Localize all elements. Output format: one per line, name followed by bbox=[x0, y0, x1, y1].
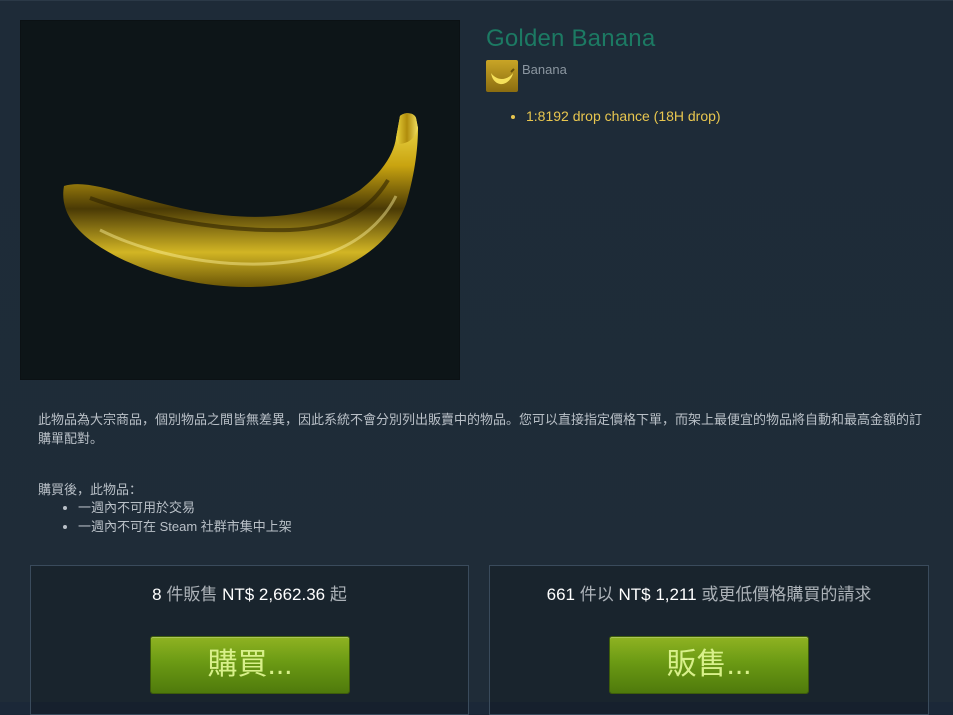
sell-button[interactable]: 販售... bbox=[610, 637, 808, 693]
count-suffix: 件以 bbox=[579, 585, 614, 604]
banana-icon bbox=[491, 68, 515, 85]
game-name[interactable]: Banana bbox=[522, 62, 567, 77]
item-descriptions: 1:8192 drop chance (18H drop) bbox=[510, 108, 721, 124]
market-listing-panel: Golden Banana Banana 1:8192 drop chance … bbox=[0, 0, 953, 715]
restriction-list: 一週內不可用於交易 一週內不可在 Steam 社群市集中上架 bbox=[60, 498, 292, 536]
sell-listing-count: 8 bbox=[152, 585, 162, 604]
lowest-price: NT$ 2,662.36 bbox=[222, 585, 326, 604]
buy-summary: 8 件販售 NT$ 2,662.36 起 bbox=[31, 580, 468, 605]
highest-buy-price: NT$ 1,211 bbox=[618, 585, 697, 604]
sell-summary: 661 件以 NT$ 1,211 或更低價格購買的請求 bbox=[490, 580, 928, 605]
description-item: 1:8192 drop chance (18H drop) bbox=[526, 108, 721, 124]
item-title: Golden Banana bbox=[486, 25, 656, 52]
sell-box: 661 件以 NT$ 1,211 或更低價格購買的請求 販售... bbox=[489, 565, 929, 715]
count-suffix: 件販售 bbox=[166, 585, 218, 604]
golden-banana-image bbox=[63, 113, 419, 287]
restriction-item: 一週內不可用於交易 bbox=[78, 498, 292, 517]
price-suffix: 或更低價格購買的請求 bbox=[701, 585, 872, 604]
banana-game-icon[interactable] bbox=[486, 60, 518, 92]
buy-button[interactable]: 購買... bbox=[151, 637, 349, 693]
after-purchase-heading: 購買後，此物品： bbox=[38, 482, 143, 497]
item-image bbox=[20, 20, 460, 380]
restriction-item: 一週內不可在 Steam 社群市集中上架 bbox=[78, 517, 292, 536]
commodity-note: 此物品為大宗商品，個別物品之間皆無差異，因此系統不會分別列出販賣中的物品。您可以… bbox=[38, 412, 923, 446]
buy-order-count: 661 bbox=[546, 585, 576, 604]
price-suffix: 起 bbox=[329, 585, 347, 604]
buy-box: 8 件販售 NT$ 2,662.36 起 購買... bbox=[30, 565, 469, 715]
